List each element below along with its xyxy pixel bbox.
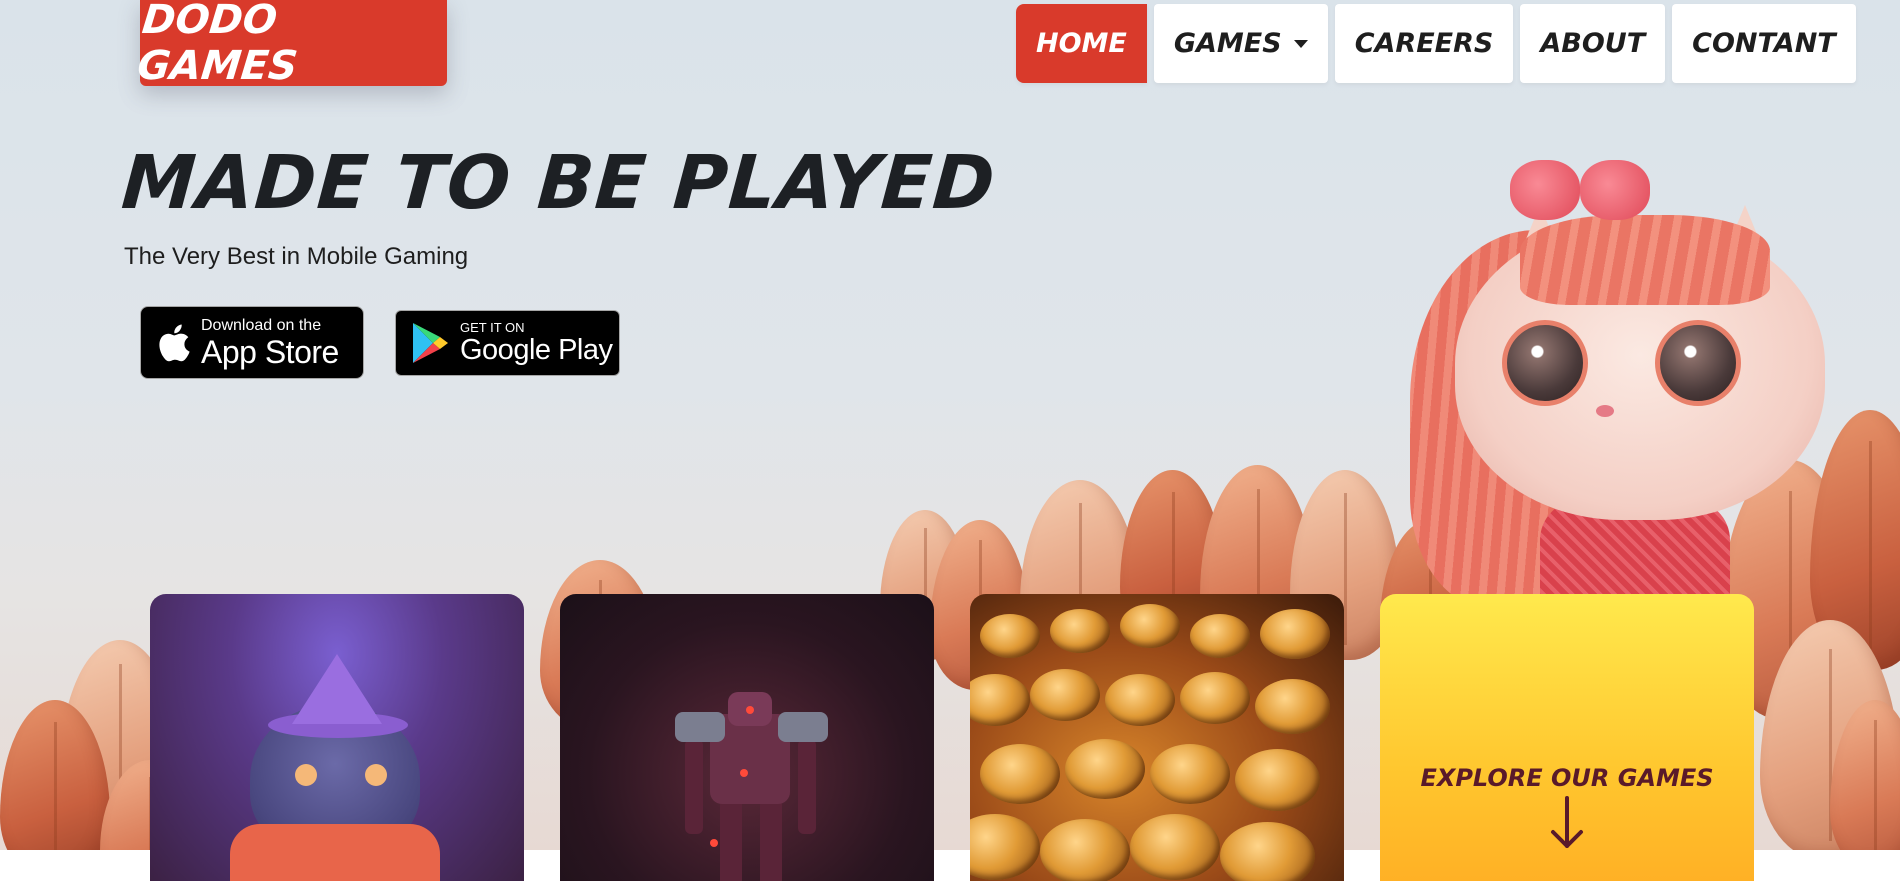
main-nav: HOME GAMES CAREERS ABOUT CONTANT	[1016, 4, 1856, 83]
game-card-witch-cat[interactable]	[150, 594, 524, 881]
gold-coin	[1190, 614, 1250, 658]
robot-shoulder	[675, 712, 725, 742]
apple-icon	[159, 324, 190, 361]
gold-coin	[1065, 739, 1145, 799]
robot-shoulder	[778, 712, 828, 742]
robot-leg	[720, 799, 742, 881]
gold-coin	[1180, 672, 1250, 724]
gold-coin	[1260, 609, 1330, 659]
witch-hat	[292, 654, 382, 724]
cat-character-nose	[1596, 405, 1614, 417]
game-card-robot[interactable]	[560, 594, 934, 881]
witch-cat-eye	[295, 764, 317, 786]
nav-item-about[interactable]: ABOUT	[1520, 4, 1666, 83]
robot-arm	[685, 739, 703, 834]
robot-leg	[760, 799, 782, 881]
gold-coin	[1150, 744, 1230, 804]
google-play-big-text: Google Play	[460, 334, 613, 366]
app-store-small-text: Download on the	[201, 316, 322, 334]
gold-coin	[1120, 604, 1180, 648]
gold-coin	[970, 674, 1030, 726]
cat-character-eye	[1655, 320, 1741, 406]
nav-item-contant[interactable]: CONTANT	[1672, 4, 1856, 83]
gold-coin	[980, 744, 1060, 804]
nav-label: HOME	[1036, 28, 1127, 59]
gold-coin	[1050, 609, 1110, 653]
robot-arm	[798, 739, 816, 834]
hero-subtitle: The Very Best in Mobile Gaming	[124, 243, 469, 270]
gold-coin	[1235, 749, 1320, 811]
nav-label: CAREERS	[1354, 28, 1494, 59]
robot-light	[740, 769, 748, 777]
witch-cat-eye	[365, 764, 387, 786]
logo[interactable]: DODO GAMES	[135, 0, 447, 89]
nav-label: ABOUT	[1540, 28, 1646, 59]
gold-coin	[1105, 674, 1175, 726]
nav-label: CONTANT	[1692, 28, 1836, 59]
app-store-big-text: App Store	[201, 333, 339, 370]
cat-character-bow	[1510, 160, 1580, 220]
explore-games-card[interactable]: EXPLORE OUR GAMES	[1380, 594, 1754, 881]
nav-item-games[interactable]: GAMES	[1153, 4, 1328, 83]
gold-coin	[980, 614, 1040, 658]
game-card-coins[interactable]	[970, 594, 1344, 881]
gold-coin	[1030, 669, 1100, 721]
google-play-icon	[413, 323, 448, 363]
cat-character-eye	[1502, 320, 1588, 406]
gold-coin	[970, 814, 1040, 880]
witch-cauldron	[230, 824, 440, 881]
hero-headline: MADE TO BE PLAYED	[118, 140, 999, 226]
logo-text: DODO GAMES	[135, 0, 300, 89]
google-play-small-text: GET IT ON	[460, 320, 525, 335]
google-play-button[interactable]: GET IT ON Google Play	[395, 310, 620, 376]
nav-item-careers[interactable]: CAREERS	[1334, 4, 1514, 83]
robot-light	[746, 706, 754, 714]
robot-light	[710, 839, 718, 847]
gold-coin	[1255, 679, 1330, 734]
app-store-button[interactable]: Download on the App Store	[140, 306, 364, 379]
gold-coin	[1040, 819, 1130, 881]
caret-down-icon	[1293, 39, 1308, 48]
arrow-down-icon	[1551, 796, 1583, 848]
nav-item-home[interactable]: HOME	[1016, 4, 1147, 83]
gold-coin	[1130, 814, 1220, 880]
nav-label: GAMES	[1173, 28, 1282, 59]
cat-character-bow	[1580, 160, 1650, 220]
gold-coin	[1220, 822, 1315, 881]
cat-character-bangs	[1520, 215, 1770, 305]
explore-games-label: EXPLORE OUR GAMES	[1420, 764, 1714, 792]
